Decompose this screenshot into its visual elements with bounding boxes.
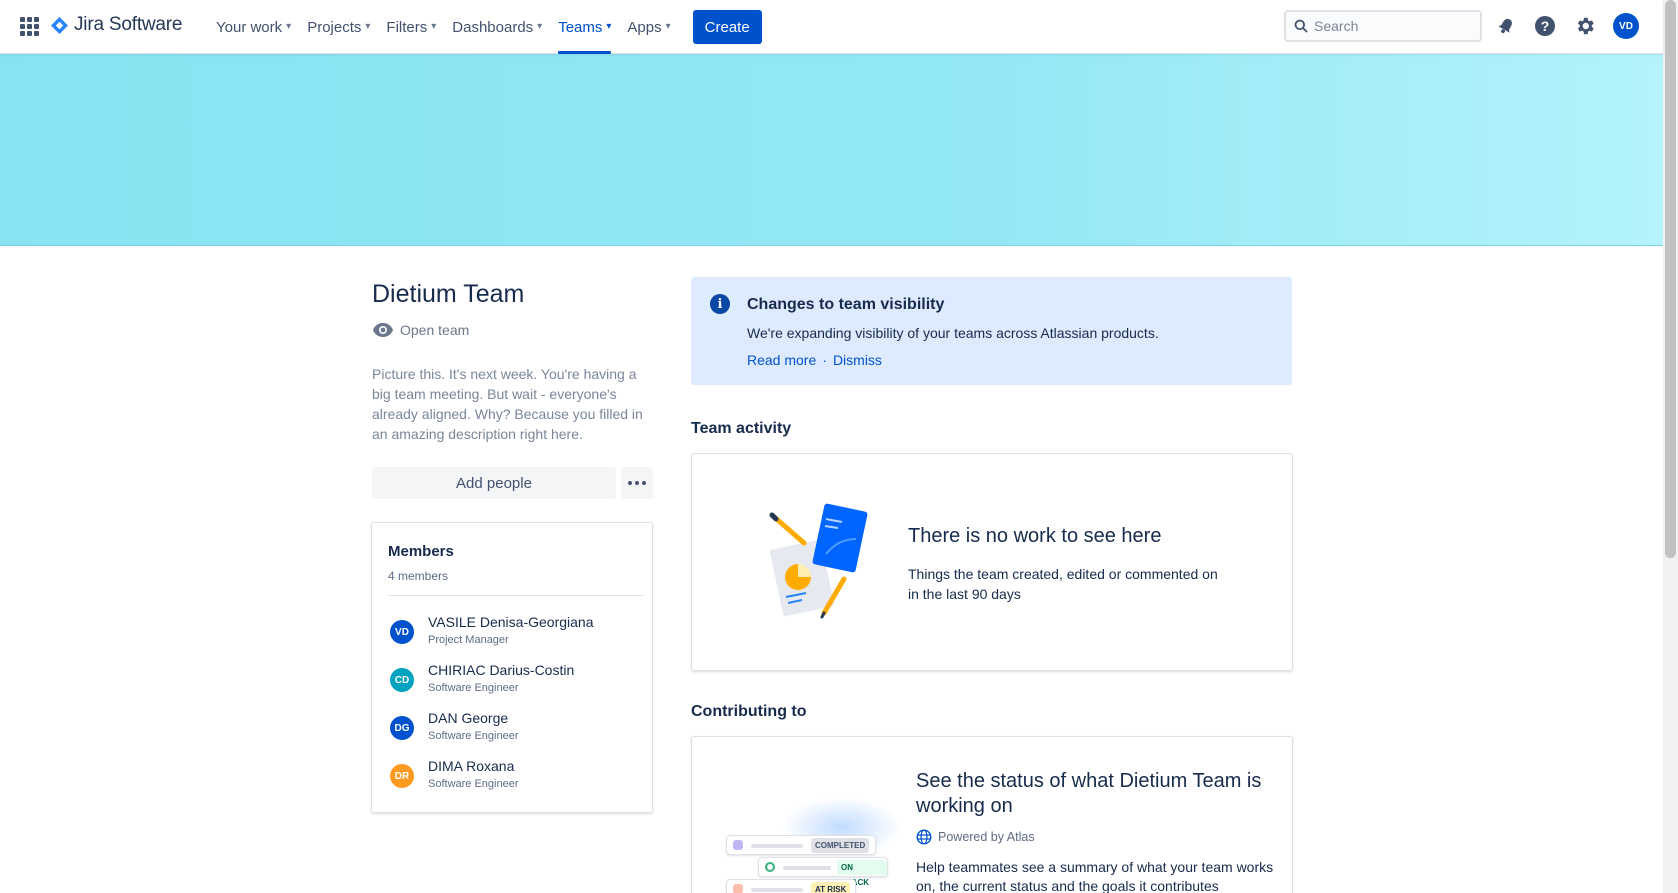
members-card: Members 4 members VD VASILE Denisa-Georg… (371, 522, 653, 813)
team-visibility: Open team (372, 322, 469, 338)
member-row[interactable]: DR DIMA Roxana Software Engineer (388, 758, 643, 798)
info-text: We're expanding visibility of your teams… (747, 325, 1159, 341)
team-activity-heading: Team activity (691, 420, 792, 437)
nav-your-work[interactable]: Your work ▾ (208, 0, 299, 54)
status-badge: ON TRACK (837, 860, 887, 887)
scrollbar-thumb[interactable] (1665, 0, 1676, 558)
status-badge: AT RISK (811, 882, 851, 893)
dot (635, 481, 639, 485)
chevron-down-icon: ▾ (606, 20, 612, 32)
info-icon: i (710, 294, 730, 314)
atlas-globe-icon (916, 829, 932, 845)
chevron-down-icon: ▾ (286, 20, 292, 32)
primary-nav: Your work ▾ Projects ▾ Filters ▾ Dashboards… (208, 0, 762, 54)
contributing-heading: Contributing to (691, 703, 807, 720)
member-row[interactable]: CD CHIRIAC Darius-Costin Software Engine… (388, 662, 643, 702)
member-role: Software Engineer (428, 682, 519, 694)
add-people-button[interactable]: Add people (372, 467, 616, 499)
contributing-text: Help teammates see a summary of what you… (916, 859, 1274, 893)
chevron-down-icon: ▾ (431, 20, 437, 32)
member-row[interactable]: DG DAN George Software Engineer (388, 710, 643, 750)
nav-dashboards[interactable]: Dashboards ▾ (444, 0, 550, 54)
dismiss-link[interactable]: Dismiss (833, 352, 882, 368)
nav-label: Your work (216, 18, 283, 36)
notifications-icon[interactable] (1493, 13, 1519, 39)
member-name: DAN George (428, 710, 509, 726)
avatar: DR (390, 764, 414, 788)
empty-state-title: There is no work to see here (908, 525, 1162, 547)
member-role: Software Engineer (428, 730, 519, 742)
empty-state-illustration (769, 503, 868, 619)
user-avatar[interactable]: VD (1613, 13, 1639, 39)
members-count: 4 members (388, 569, 449, 583)
avatar: DG (390, 716, 414, 740)
info-actions: Read more · Dismiss (747, 352, 882, 368)
chevron-down-icon: ▾ (537, 20, 543, 32)
nav-projects[interactable]: Projects ▾ (299, 0, 378, 54)
question-icon: ? (1535, 16, 1555, 36)
visibility-label: Open team (400, 322, 470, 338)
nav-apps[interactable]: Apps ▾ (619, 0, 678, 54)
avatar: CD (390, 668, 414, 692)
help-icon[interactable]: ? (1532, 13, 1558, 39)
search-input[interactable] (1314, 18, 1474, 34)
member-role: Software Engineer (428, 778, 519, 790)
divider (388, 595, 644, 596)
create-button[interactable]: Create (692, 10, 762, 44)
team-name[interactable]: Dietium Team (372, 280, 524, 309)
members-title: Members (388, 543, 454, 560)
nav-label: Filters (386, 18, 428, 36)
search-icon (1294, 19, 1308, 33)
contributing-card: COMPLETED ON TRACK AT RISK See the statu… (691, 736, 1293, 893)
page-scrollbar[interactable] (1663, 0, 1678, 893)
jira-logo[interactable]: Jira Software (51, 14, 182, 36)
nav-label: Apps (627, 18, 662, 36)
dot (642, 481, 646, 485)
top-navigation: Jira Software Your work ▾ Projects ▾ Filte… (0, 0, 1663, 54)
nav-filters[interactable]: Filters ▾ (378, 0, 444, 54)
team-header-banner (0, 54, 1663, 246)
read-more-link[interactable]: Read more (747, 352, 816, 368)
member-name: VASILE Denisa-Georgiana (428, 614, 594, 630)
member-role: Project Manager (428, 634, 509, 646)
separator: · (822, 352, 827, 368)
powered-by-atlas: Powered by Atlas (916, 829, 1035, 845)
nav-label: Dashboards (452, 18, 534, 36)
app-switcher-icon[interactable] (20, 17, 39, 36)
more-actions-button[interactable] (621, 467, 653, 499)
nav-label: Projects (307, 18, 362, 36)
status-badge: COMPLETED (811, 838, 870, 853)
member-name: CHIRIAC Darius-Costin (428, 662, 575, 678)
powered-by-label: Powered by Atlas (938, 830, 1035, 844)
visibility-info-panel: i Changes to team visibility We're expan… (691, 277, 1292, 385)
contributing-title: See the status of what Dietium Team is w… (916, 770, 1262, 817)
eye-icon (373, 323, 393, 337)
dot (628, 481, 632, 485)
gear-icon (1577, 17, 1594, 35)
chevron-down-icon: ▾ (665, 20, 671, 32)
nav-teams[interactable]: Teams ▾ (550, 0, 619, 54)
jira-logo-icon (51, 16, 68, 34)
product-name: Jira Software (74, 14, 183, 35)
info-title: Changes to team visibility (747, 296, 945, 313)
member-row[interactable]: VD VASILE Denisa-Georgiana Project Manag… (388, 614, 643, 654)
nav-label: Teams (558, 18, 603, 36)
empty-state-text: Things the team created, edited or comme… (908, 566, 1218, 602)
svg-text:?: ? (1541, 18, 1550, 34)
bell-icon (1498, 18, 1512, 34)
settings-icon[interactable] (1572, 13, 1598, 39)
chevron-down-icon: ▾ (365, 20, 371, 32)
search-box[interactable] (1284, 10, 1482, 42)
avatar: VD (390, 620, 414, 644)
atlas-status-illustration: COMPLETED ON TRACK AT RISK (722, 797, 902, 893)
team-activity-card: There is no work to see here Things the … (691, 453, 1293, 671)
member-name: DIMA Roxana (428, 758, 515, 774)
team-description[interactable]: Picture this. It's next week. You're hav… (372, 364, 654, 444)
